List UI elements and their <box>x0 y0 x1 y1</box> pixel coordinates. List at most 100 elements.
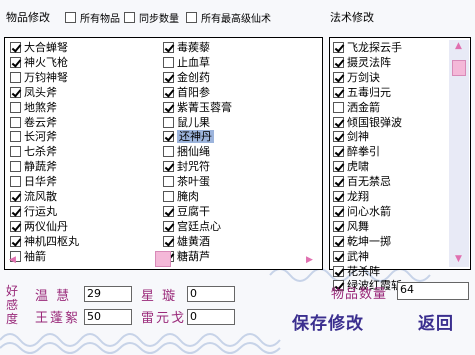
list-item[interactable]: 五毒归元 <box>333 86 391 99</box>
list-item[interactable]: 茶叶蛋 <box>163 175 210 188</box>
item-checkbox[interactable] <box>333 205 344 217</box>
scroll-up-arrow[interactable]: ▲ <box>455 42 462 51</box>
item-checkbox[interactable] <box>10 146 21 158</box>
list-item[interactable]: 首阳参 <box>163 86 210 99</box>
list-item[interactable]: 万钧神弩 <box>10 71 68 84</box>
list-item[interactable]: 神机四枢丸 <box>10 235 79 248</box>
list-item[interactable]: 金创药 <box>163 71 210 84</box>
scroll-down-arrow[interactable]: ▼ <box>455 255 462 264</box>
item-checkbox[interactable] <box>163 42 174 53</box>
list-item[interactable]: 宫廷点心 <box>163 220 221 233</box>
list-item[interactable]: 腌肉 <box>163 190 199 203</box>
item-checkbox[interactable] <box>10 191 21 202</box>
list-item[interactable]: 摄灵法阵 <box>333 56 391 69</box>
back-button[interactable]: 返回 <box>418 309 454 334</box>
sync-count-checkbox[interactable] <box>124 12 135 23</box>
item-checkbox[interactable] <box>333 131 344 143</box>
list-item[interactable]: 封咒符 <box>163 160 210 173</box>
item-checkbox[interactable] <box>10 116 21 128</box>
list-item[interactable]: 地煞斧 <box>10 101 57 114</box>
list-item[interactable]: 长河斧 <box>10 130 57 143</box>
item-count-input[interactable]: 64 <box>397 282 469 300</box>
list-item[interactable]: 鼠儿果 <box>163 116 210 129</box>
item-checkbox[interactable] <box>10 131 21 143</box>
list-item[interactable]: 龙翔 <box>333 190 369 203</box>
list-item[interactable]: 静蔬斧 <box>10 160 57 173</box>
save-button[interactable]: 保存修改 <box>292 309 364 334</box>
item-checkbox[interactable] <box>333 265 344 277</box>
item-checkbox[interactable] <box>333 101 344 113</box>
list-item[interactable]: 醉拳引 <box>333 145 380 158</box>
item-checkbox[interactable] <box>163 146 174 158</box>
item-checkbox[interactable] <box>333 42 344 53</box>
item-checkbox[interactable] <box>163 161 174 173</box>
item-checkbox[interactable] <box>333 220 344 232</box>
list-item[interactable]: 行运丸 <box>10 205 57 218</box>
list-item[interactable]: 七杀斧 <box>10 145 57 158</box>
list-item[interactable]: 风舞 <box>333 220 369 233</box>
item-checkbox[interactable] <box>163 71 174 83</box>
list-item[interactable]: 花杀阵 <box>333 265 380 278</box>
list-item[interactable]: 豆腐干 <box>163 205 210 218</box>
item-checkbox[interactable] <box>333 146 344 158</box>
item-checkbox[interactable] <box>10 161 21 173</box>
spells-scroll-thumb[interactable] <box>452 60 466 76</box>
list-item[interactable]: 两仪仙丹 <box>10 220 68 233</box>
item-checkbox[interactable] <box>163 116 174 128</box>
item-checkbox[interactable] <box>163 205 174 217</box>
list-item[interactable]: 问心水箭 <box>333 205 391 218</box>
item-checkbox[interactable] <box>10 42 21 53</box>
list-item[interactable]: 武神 <box>333 250 369 263</box>
item-checkbox[interactable] <box>163 235 174 247</box>
xing-xuan-input[interactable]: 0 <box>187 286 235 302</box>
list-item[interactable]: 飞龙探云手 <box>333 41 402 54</box>
item-checkbox[interactable] <box>10 71 21 83</box>
item-checkbox[interactable] <box>333 116 344 128</box>
lei-yuange-input[interactable]: 0 <box>187 309 235 325</box>
item-checkbox[interactable] <box>10 101 21 113</box>
list-item[interactable]: 万剑诀 <box>333 71 380 84</box>
item-checkbox[interactable] <box>333 191 344 202</box>
list-item[interactable]: 百无禁忌 <box>333 175 391 188</box>
item-checkbox[interactable] <box>333 71 344 83</box>
list-item[interactable]: 卷云斧 <box>10 116 57 129</box>
wen-hui-input[interactable]: 29 <box>84 286 132 302</box>
item-checkbox[interactable] <box>10 86 21 98</box>
item-checkbox[interactable] <box>333 161 344 173</box>
item-checkbox[interactable] <box>333 235 344 247</box>
item-checkbox[interactable] <box>10 235 21 247</box>
item-checkbox[interactable] <box>333 86 344 98</box>
item-checkbox[interactable] <box>163 131 174 143</box>
all-best-spells-checkbox[interactable] <box>186 12 197 23</box>
item-checkbox[interactable] <box>163 101 174 113</box>
list-item[interactable]: 还神丹 <box>163 130 214 144</box>
horizontal-scroll-thumb[interactable] <box>155 251 171 267</box>
item-checkbox[interactable] <box>163 56 174 68</box>
list-item[interactable]: 止血草 <box>163 56 210 69</box>
item-checkbox[interactable] <box>10 205 21 217</box>
item-checkbox[interactable] <box>10 220 21 232</box>
list-item[interactable]: 流风散 <box>10 190 57 203</box>
item-checkbox[interactable] <box>10 176 21 188</box>
list-item[interactable]: 虎啸 <box>333 160 369 173</box>
item-checkbox[interactable] <box>333 176 344 188</box>
item-checkbox[interactable] <box>163 86 174 98</box>
list-item[interactable]: 神火飞枪 <box>10 56 68 69</box>
list-item[interactable]: 紫菁玉蓉膏 <box>163 101 232 114</box>
list-item[interactable]: 剑神 <box>333 130 369 143</box>
all-items-option[interactable]: 所有物品 <box>65 10 120 25</box>
scroll-left-arrow[interactable]: ◀ <box>9 256 16 265</box>
list-item[interactable]: 倾国银弹波 <box>333 116 402 129</box>
item-checkbox[interactable] <box>163 176 174 188</box>
sync-count-option[interactable]: 同步数量 <box>124 10 179 25</box>
list-item[interactable]: 毒蒺藜 <box>163 41 210 54</box>
scroll-right-arrow[interactable]: ▶ <box>306 256 313 265</box>
item-checkbox[interactable] <box>333 250 344 262</box>
list-item[interactable]: 捆仙绳 <box>163 145 210 158</box>
list-item[interactable]: 凤头斧 <box>10 86 57 99</box>
list-item[interactable]: 日华斧 <box>10 175 57 188</box>
list-item[interactable]: 雄黄酒 <box>163 235 210 248</box>
item-checkbox[interactable] <box>10 56 21 68</box>
all-items-checkbox[interactable] <box>65 12 76 23</box>
all-best-spells-option[interactable]: 所有最高级仙术 <box>186 10 271 25</box>
